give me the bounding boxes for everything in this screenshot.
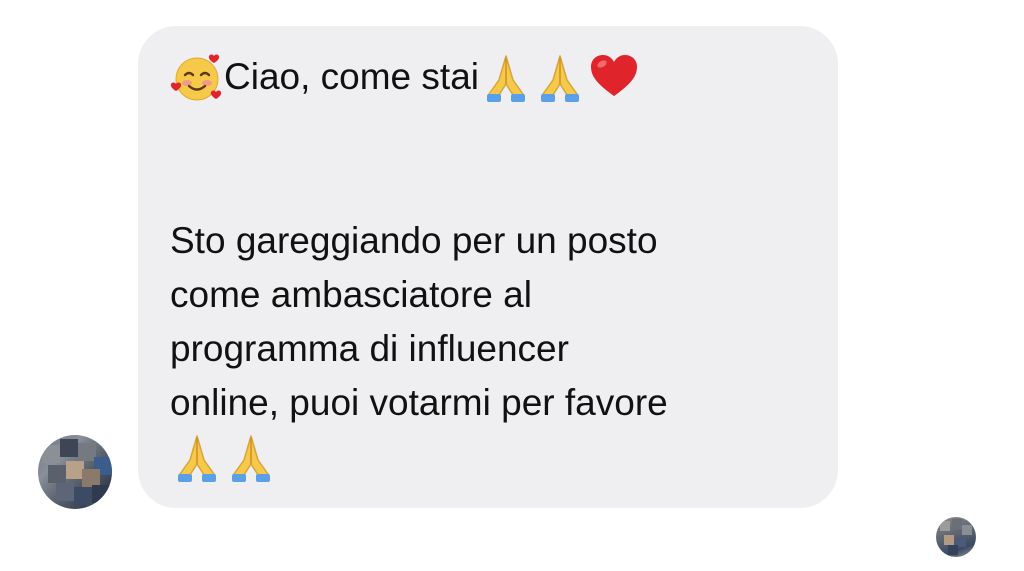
folded-hands-icon xyxy=(224,430,278,484)
message-body-line: Sto gareggiando per un posto xyxy=(170,220,658,261)
read-receipt-avatar xyxy=(936,517,976,557)
message-body-line: programma di influencer xyxy=(170,328,569,369)
smiling-face-with-hearts-icon xyxy=(170,50,224,104)
message-emoji-line xyxy=(170,430,808,484)
message-body-line: come ambasciatore al xyxy=(170,274,532,315)
sender-avatar[interactable] xyxy=(38,435,112,509)
folded-hands-icon xyxy=(170,430,224,484)
greeting-text: Ciao, come stai xyxy=(224,56,479,97)
folded-hands-icon xyxy=(533,50,587,104)
message-body-line: online, puoi votarmi per favore xyxy=(170,382,668,423)
chat-thread: Ciao, come stai Sto gareggiando per un p… xyxy=(0,0,1024,571)
message-bubble[interactable]: Ciao, come stai Sto gareggiando per un p… xyxy=(138,26,838,508)
message-greeting-line: Ciao, come stai xyxy=(170,50,808,104)
red-heart-icon xyxy=(587,50,641,104)
folded-hands-icon xyxy=(479,50,533,104)
